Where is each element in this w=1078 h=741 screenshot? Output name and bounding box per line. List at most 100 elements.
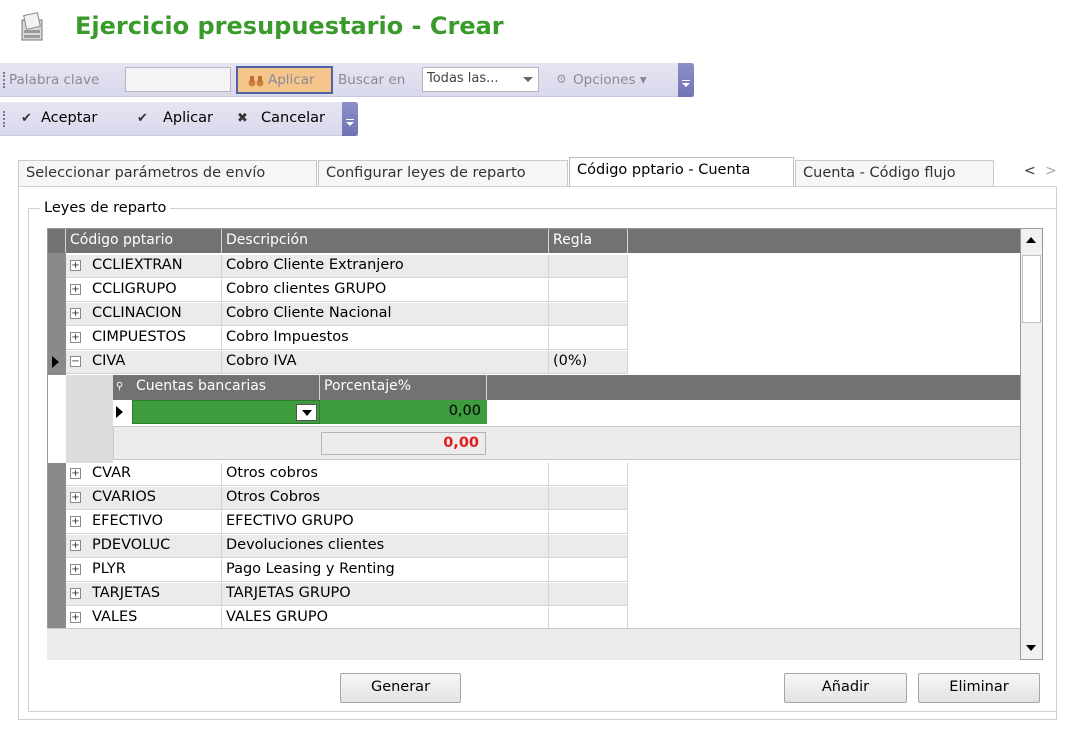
toolbar-overflow-button[interactable] [678, 63, 694, 97]
cell-description: Cobro Cliente Nacional [222, 303, 549, 326]
tab-send-parameters[interactable]: Seleccionar parámetros de envío [18, 160, 317, 187]
cell-rule [549, 255, 628, 278]
cell-description: TARJETAS GRUPO [222, 583, 549, 606]
toolbar-grip[interactable] [3, 72, 5, 88]
expand-icon[interactable]: + [70, 612, 81, 623]
check-icon: ✔ [21, 111, 32, 126]
table-row[interactable]: + CCLIGRUPO Cobro clientes GRUPO [66, 279, 628, 302]
table-row[interactable]: + PLYR Pago Leasing y Renting [66, 559, 628, 582]
column-header-percentage[interactable]: Porcentaje% [320, 375, 487, 400]
column-header-rule[interactable]: Regla [549, 229, 628, 253]
expand-icon[interactable]: + [70, 468, 81, 479]
apply-button[interactable]: Aplicar [163, 110, 213, 126]
expand-icon[interactable]: + [70, 308, 81, 319]
current-row-arrow-icon [116, 406, 123, 418]
table-row[interactable]: + CVARIOS Otros Cobros [66, 487, 628, 510]
tab-scroll-right-icon[interactable]: > [1045, 163, 1057, 179]
dropdown-button[interactable] [296, 404, 317, 421]
vertical-scrollbar[interactable] [1020, 228, 1043, 660]
detail-footer: 0,00 [113, 426, 1020, 460]
cell-rule [549, 327, 628, 350]
toolbar-overflow-button[interactable] [342, 102, 358, 136]
table-row-selected[interactable]: − CIVA Cobro IVA (0%) [66, 351, 628, 374]
chevron-down-icon [523, 77, 533, 82]
column-header-bank-accounts[interactable]: Cuentas bancarias [132, 375, 320, 400]
column-header-description[interactable]: Descripción [222, 229, 549, 253]
table-row[interactable]: + CCLIEXTRAN Cobro Cliente Extranjero [66, 255, 628, 278]
expand-icon[interactable]: + [70, 540, 81, 551]
table-row[interactable]: + TARJETAS TARJETAS GRUPO [66, 583, 628, 606]
binoculars-icon [248, 76, 264, 87]
expand-icon[interactable]: + [70, 588, 81, 599]
scroll-up-icon[interactable] [1026, 237, 1036, 243]
cell-description: Cobro IVA [222, 351, 549, 374]
scroll-thumb[interactable] [1022, 255, 1041, 323]
column-header-filler [487, 375, 1020, 400]
cell-description: EFECTIVO GRUPO [222, 511, 549, 534]
cell-code: VALES [92, 609, 138, 625]
tab-scroll-left-icon[interactable]: < [1024, 163, 1036, 179]
add-button[interactable]: Añadir [784, 673, 907, 703]
generate-button[interactable]: Generar [340, 673, 461, 703]
accept-button[interactable]: Aceptar [41, 110, 97, 126]
cell-rule [549, 463, 628, 486]
cell-description: Cobro Cliente Extranjero [222, 255, 549, 278]
cell-description: Cobro clientes GRUPO [222, 279, 549, 302]
cell-rule [549, 511, 628, 534]
grid-footer [47, 628, 1020, 660]
cell-code: PLYR [92, 561, 126, 577]
cell-rule [549, 607, 628, 630]
title-bar: Ejercicio presupuestario - Crear [0, 0, 1078, 62]
cell-rule [549, 535, 628, 558]
expand-icon[interactable]: + [70, 332, 81, 343]
overflow-line-icon [682, 80, 690, 81]
bank-account-combobox[interactable] [132, 400, 320, 424]
expand-icon[interactable]: + [70, 516, 81, 527]
cell-description: VALES GRUPO [222, 607, 549, 630]
tab-strip: Seleccionar parámetros de envío Configur… [18, 157, 1066, 188]
expand-icon[interactable]: + [70, 564, 81, 575]
column-header-code[interactable]: Código pptario [66, 229, 222, 253]
apply-search-label: Aplicar [268, 72, 315, 88]
cancel-button[interactable]: Cancelar [261, 110, 325, 126]
keyword-input[interactable] [125, 67, 231, 92]
cell-code: PDEVOLUC [92, 537, 171, 553]
options-menu[interactable]: Opciones ▾ [573, 72, 647, 88]
toolbar-grip[interactable] [3, 111, 5, 127]
cell-code: CIVA [92, 353, 126, 369]
cell-rule [549, 279, 628, 302]
detail-indicator [66, 375, 113, 463]
scroll-down-icon[interactable] [1026, 645, 1036, 651]
apply-search-button[interactable]: Aplicar [236, 66, 333, 94]
close-icon: ✖ [237, 111, 248, 126]
chevron-down-icon [302, 410, 312, 416]
tab-distribution-laws[interactable]: Configurar leyes de reparto [318, 160, 568, 187]
expand-icon[interactable]: + [70, 260, 81, 271]
distribution-grid: Código pptario Descripción Regla + CCLIEX… [47, 228, 1020, 660]
cell-code: CVAR [92, 465, 132, 481]
delete-button[interactable]: Eliminar [918, 673, 1040, 703]
cell-rule [549, 559, 628, 582]
search-in-select[interactable]: Todas las... [422, 67, 539, 92]
cell-description: Otros Cobros [222, 487, 549, 510]
tab-account-flow-code[interactable]: Cuenta - Código flujo [795, 160, 994, 187]
table-row[interactable]: + PDEVOLUC Devoluciones clientes [66, 535, 628, 558]
expand-icon[interactable]: + [70, 492, 81, 503]
table-row[interactable]: + VALES VALES GRUPO [66, 607, 628, 630]
table-row[interactable]: + CIMPUESTOS Cobro Impuestos [66, 327, 628, 350]
table-row[interactable]: + CVAR Otros cobros [66, 463, 628, 486]
cell-code: CCLINACION [92, 305, 182, 321]
gears-icon: ⚙ [556, 72, 567, 86]
tab-budget-code-account[interactable]: Código pptario - Cuenta [569, 157, 794, 188]
expand-icon[interactable]: + [70, 284, 81, 295]
groupbox-label: Leyes de reparto [40, 200, 171, 216]
table-row[interactable]: + CCLINACION Cobro Cliente Nacional [66, 303, 628, 326]
cell-code: CIMPUESTOS [92, 329, 187, 345]
collapse-icon[interactable]: − [70, 356, 81, 367]
overflow-line-icon [346, 119, 354, 120]
cell-rule: (0%) [549, 351, 628, 374]
table-row[interactable]: + EFECTIVO EFECTIVO GRUPO [66, 511, 628, 534]
percentage-cell[interactable]: 0,00 [320, 400, 487, 424]
detail-subgrid: ⚲ Cuentas bancarias Porcentaje% 0,00 0,0… [66, 375, 1020, 463]
percentage-total: 0,00 [321, 432, 486, 455]
